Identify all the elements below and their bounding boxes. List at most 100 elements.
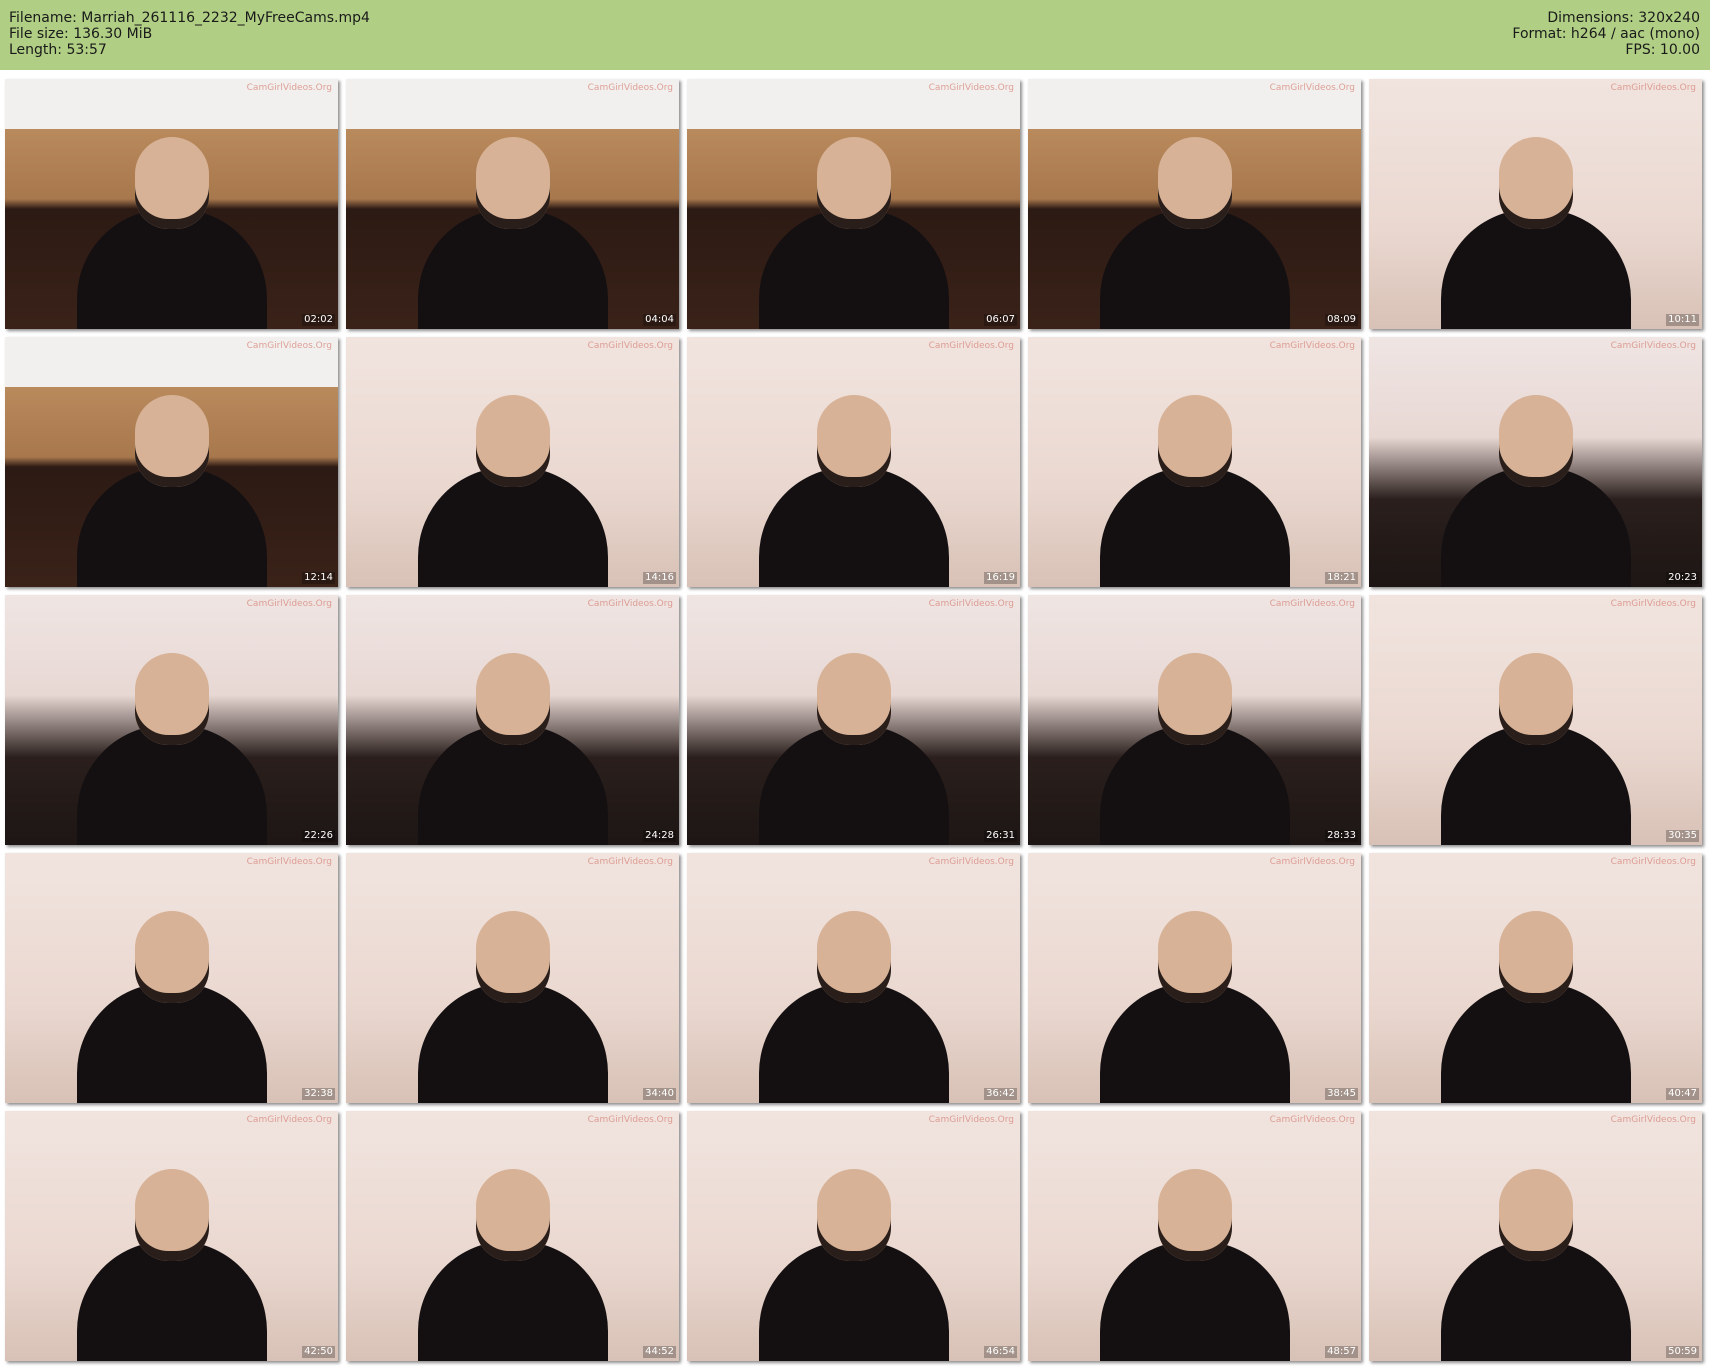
person-head — [1157, 653, 1232, 745]
watermark: CamGirlVideos.Org — [1269, 1115, 1355, 1125]
watermark: CamGirlVideos.Org — [1269, 857, 1355, 867]
video-thumbnail[interactable]: CamGirlVideos.Org 20:23 — [1369, 337, 1702, 587]
watermark: CamGirlVideos.Org — [246, 341, 332, 351]
dimensions-label: Dimensions: 320x240 — [1547, 10, 1700, 26]
person-head — [1498, 653, 1573, 745]
timestamp-label: 48:57 — [1325, 1346, 1358, 1358]
watermark: CamGirlVideos.Org — [928, 83, 1014, 93]
video-thumbnail[interactable]: CamGirlVideos.Org 30:35 — [1369, 595, 1702, 845]
video-thumbnail[interactable]: CamGirlVideos.Org 34:40 — [346, 853, 679, 1103]
timestamp-label: 42:50 — [302, 1346, 335, 1358]
filename-label: Filename: Marriah_261116_2232_MyFreeCams… — [9, 10, 370, 26]
timestamp-label: 08:09 — [1325, 314, 1358, 326]
person-head — [134, 395, 209, 487]
video-thumbnail[interactable]: CamGirlVideos.Org 32:38 — [5, 853, 338, 1103]
timestamp-label: 38:45 — [1325, 1088, 1358, 1100]
person-head — [1498, 1169, 1573, 1261]
video-thumbnail[interactable]: CamGirlVideos.Org 10:11 — [1369, 79, 1702, 329]
video-thumbnail[interactable]: CamGirlVideos.Org 24:28 — [346, 595, 679, 845]
person-head — [816, 137, 891, 229]
timestamp-label: 16:19 — [984, 572, 1017, 584]
timestamp-label: 32:38 — [302, 1088, 335, 1100]
timestamp-label: 50:59 — [1666, 1346, 1699, 1358]
metadata-left: Filename: Marriah_261116_2232_MyFreeCams… — [9, 10, 370, 58]
watermark: CamGirlVideos.Org — [1610, 341, 1696, 351]
timestamp-label: 28:33 — [1325, 830, 1358, 842]
timestamp-label: 18:21 — [1325, 572, 1358, 584]
person-head — [816, 1169, 891, 1261]
timestamp-label: 24:28 — [643, 830, 676, 842]
video-thumbnail[interactable]: CamGirlVideos.Org 14:16 — [346, 337, 679, 587]
person-head — [1498, 395, 1573, 487]
watermark: CamGirlVideos.Org — [587, 857, 673, 867]
person-head — [816, 653, 891, 745]
thumbnail-grid: CamGirlVideos.Org 02:02 CamGirlVideos.Org 0… — [5, 79, 1709, 1365]
watermark: CamGirlVideos.Org — [246, 83, 332, 93]
timestamp-label: 04:04 — [643, 314, 676, 326]
video-thumbnail[interactable]: CamGirlVideos.Org 28:33 — [1028, 595, 1361, 845]
watermark: CamGirlVideos.Org — [928, 857, 1014, 867]
timestamp-label: 30:35 — [1666, 830, 1699, 842]
watermark: CamGirlVideos.Org — [246, 599, 332, 609]
watermark: CamGirlVideos.Org — [1610, 83, 1696, 93]
person-head — [816, 395, 891, 487]
video-thumbnail[interactable]: CamGirlVideos.Org 22:26 — [5, 595, 338, 845]
person-head — [134, 911, 209, 1003]
video-thumbnail[interactable]: CamGirlVideos.Org 26:31 — [687, 595, 1020, 845]
watermark: CamGirlVideos.Org — [1269, 83, 1355, 93]
video-thumbnail[interactable]: CamGirlVideos.Org 08:09 — [1028, 79, 1361, 329]
person-head — [134, 137, 209, 229]
metadata-header: Filename: Marriah_261116_2232_MyFreeCams… — [0, 0, 1710, 70]
watermark: CamGirlVideos.Org — [587, 599, 673, 609]
person-head — [475, 395, 550, 487]
video-thumbnail[interactable]: CamGirlVideos.Org 36:42 — [687, 853, 1020, 1103]
format-label: Format: h264 / aac (mono) — [1512, 26, 1700, 42]
watermark: CamGirlVideos.Org — [246, 857, 332, 867]
video-thumbnail[interactable]: CamGirlVideos.Org 16:19 — [687, 337, 1020, 587]
timestamp-label: 44:52 — [643, 1346, 676, 1358]
watermark: CamGirlVideos.Org — [1610, 857, 1696, 867]
watermark: CamGirlVideos.Org — [928, 341, 1014, 351]
video-thumbnail[interactable]: CamGirlVideos.Org 02:02 — [5, 79, 338, 329]
video-thumbnail[interactable]: CamGirlVideos.Org 46:54 — [687, 1111, 1020, 1361]
person-head — [134, 653, 209, 745]
watermark: CamGirlVideos.Org — [1610, 1115, 1696, 1125]
video-thumbnail[interactable]: CamGirlVideos.Org 38:45 — [1028, 853, 1361, 1103]
video-thumbnail[interactable]: CamGirlVideos.Org 04:04 — [346, 79, 679, 329]
person-head — [475, 1169, 550, 1261]
person-head — [475, 911, 550, 1003]
timestamp-label: 14:16 — [643, 572, 676, 584]
person-head — [1498, 911, 1573, 1003]
watermark: CamGirlVideos.Org — [246, 1115, 332, 1125]
watermark: CamGirlVideos.Org — [928, 1115, 1014, 1125]
watermark: CamGirlVideos.Org — [1269, 341, 1355, 351]
timestamp-label: 10:11 — [1666, 314, 1699, 326]
video-thumbnail[interactable]: CamGirlVideos.Org 12:14 — [5, 337, 338, 587]
timestamp-label: 26:31 — [984, 830, 1017, 842]
video-thumbnail[interactable]: CamGirlVideos.Org 50:59 — [1369, 1111, 1702, 1361]
timestamp-label: 02:02 — [302, 314, 335, 326]
filesize-label: File size: 136.30 MiB — [9, 26, 153, 42]
person-head — [1157, 1169, 1232, 1261]
video-thumbnail[interactable]: CamGirlVideos.Org 48:57 — [1028, 1111, 1361, 1361]
person-head — [134, 1169, 209, 1261]
timestamp-label: 12:14 — [302, 572, 335, 584]
video-thumbnail[interactable]: CamGirlVideos.Org 42:50 — [5, 1111, 338, 1361]
watermark: CamGirlVideos.Org — [1269, 599, 1355, 609]
person-head — [1498, 137, 1573, 229]
timestamp-label: 22:26 — [302, 830, 335, 842]
person-head — [1157, 137, 1232, 229]
timestamp-label: 36:42 — [984, 1088, 1017, 1100]
video-thumbnail[interactable]: CamGirlVideos.Org 40:47 — [1369, 853, 1702, 1103]
video-thumbnail[interactable]: CamGirlVideos.Org 06:07 — [687, 79, 1020, 329]
timestamp-label: 20:23 — [1666, 572, 1699, 584]
person-head — [475, 653, 550, 745]
timestamp-label: 40:47 — [1666, 1088, 1699, 1100]
fps-label: FPS: 10.00 — [1625, 42, 1700, 58]
length-label: Length: 53:57 — [9, 42, 107, 58]
person-head — [816, 911, 891, 1003]
person-head — [1157, 911, 1232, 1003]
watermark: CamGirlVideos.Org — [587, 341, 673, 351]
video-thumbnail[interactable]: CamGirlVideos.Org 18:21 — [1028, 337, 1361, 587]
video-thumbnail[interactable]: CamGirlVideos.Org 44:52 — [346, 1111, 679, 1361]
